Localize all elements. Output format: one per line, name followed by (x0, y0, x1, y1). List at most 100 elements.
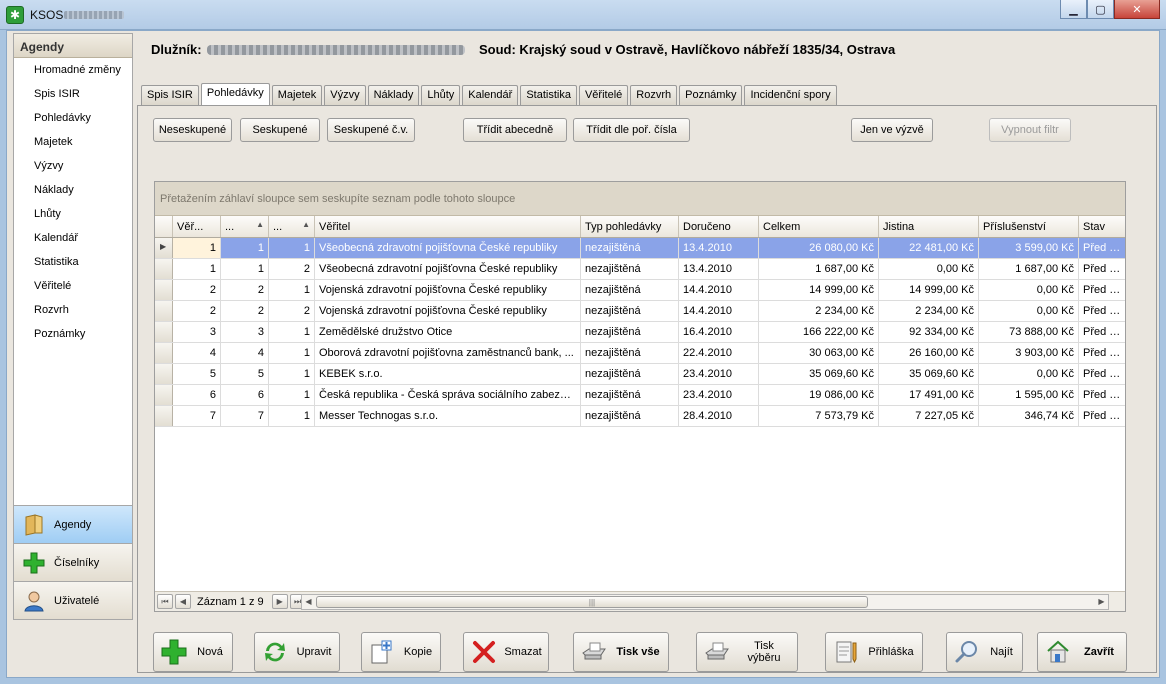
table-row[interactable]: 7 7 1 Messer Technogas s.r.o. nezajištěná 28.… (155, 406, 1125, 427)
header-accessories[interactable]: Příslušenství (979, 216, 1079, 237)
table-row[interactable]: 2 2 2 Vojenská zdravotní pojišťovna České r… (155, 301, 1125, 322)
plus-icon (160, 638, 188, 666)
header-col3[interactable]: ... ▲ (269, 216, 315, 237)
header-principal[interactable]: Jistina (879, 216, 979, 237)
row-indicator[interactable] (155, 406, 173, 426)
sidebar-button-label: Uživatelé (54, 594, 100, 607)
table-cell: 2 234,00 Kč (759, 301, 879, 321)
application-button[interactable]: Přihláška (825, 632, 923, 672)
new-button[interactable]: Nová (153, 632, 233, 672)
sidebar-item-claims[interactable]: Pohledávky (14, 106, 132, 130)
tab-notes[interactable]: Poznámky (679, 85, 743, 105)
scroll-left-icon[interactable]: ◀ (302, 595, 315, 609)
tab-schedule[interactable]: Rozvrh (630, 85, 678, 105)
tab-calls[interactable]: Výzvy (324, 85, 366, 105)
horizontal-scrollbar[interactable]: ||| ◀ ▶ (301, 594, 1109, 610)
table-cell: 2 (173, 301, 221, 321)
sidebar-button-users[interactable]: Uživatelé (14, 581, 132, 619)
table-cell: nezajištěná (581, 364, 679, 384)
table-cell: 13.4.2010 (679, 238, 759, 258)
grouped-button[interactable]: Seskupené (240, 118, 320, 142)
tab-claims[interactable]: Pohledávky (200, 83, 270, 106)
table-row[interactable]: 1 1 2 Všeobecná zdravotní pojišťovna České … (155, 259, 1125, 280)
header-status[interactable]: Stav (1079, 216, 1125, 237)
scroll-right-icon[interactable]: ▶ (1095, 595, 1108, 609)
table-row[interactable]: 5 5 1 KEBEK s.r.o. nezajištěná 23.4.2010 35 06… (155, 364, 1125, 385)
tab-incidental-disputes[interactable]: Incidenční spory (744, 85, 837, 105)
print-all-button[interactable]: Tisk vše (573, 632, 669, 672)
sidebar: Agendy Hromadné změny Spis ISIR Pohledáv… (13, 33, 133, 620)
close-button[interactable]: Zavřít (1037, 632, 1127, 672)
row-indicator[interactable] (155, 385, 173, 405)
tab-isir[interactable]: Spis ISIR (141, 85, 199, 105)
row-indicator[interactable] (155, 259, 173, 279)
sidebar-item-assets[interactable]: Majetek (14, 130, 132, 154)
print-all-button-label: Tisk vše (616, 646, 660, 658)
sidebar-item-schedule[interactable]: Rozvrh (14, 298, 132, 322)
sidebar-item-calls[interactable]: Výzvy (14, 154, 132, 178)
tab-costs[interactable]: Náklady (367, 85, 420, 105)
print-selection-button[interactable]: Tisk výběru (696, 632, 798, 672)
table-row[interactable]: 4 4 1 Oborová zdravotní pojišťovna zaměstna… (155, 343, 1125, 364)
sidebar-button-codebooks[interactable]: Číselníky (14, 543, 132, 581)
tab-calendar[interactable]: Kalendář (462, 85, 519, 105)
tab-creditors[interactable]: Věřitelé (578, 85, 629, 105)
close-window-button[interactable]: ✕ (1114, 0, 1160, 19)
table-cell: 26 080,00 Kč (759, 238, 879, 258)
table-row[interactable]: 6 6 1 Česká republika - Česká správa sociál… (155, 385, 1125, 406)
header-total[interactable]: Celkem (759, 216, 879, 237)
copy-button[interactable]: Kopie (361, 632, 441, 672)
table-row[interactable]: 3 3 1 Zemědělské družstvo Otice nezajištěná 1… (155, 322, 1125, 343)
row-indicator[interactable] (155, 280, 173, 300)
header-col2[interactable]: ... ▲ (221, 216, 269, 237)
maximize-button[interactable]: ▢ (1087, 0, 1114, 19)
ungrouped-button[interactable]: Neseskupené (153, 118, 232, 142)
sidebar-item-notes[interactable]: Poznámky (14, 322, 132, 346)
sort-alpha-button[interactable]: Třídit abecedně (463, 118, 567, 142)
sidebar-item-deadlines[interactable]: Lhůty (14, 202, 132, 226)
only-in-call-button[interactable]: Jen ve výzvě (851, 118, 933, 142)
sidebar-item-bulk-changes[interactable]: Hromadné změny (14, 58, 132, 82)
sidebar-item-creditors[interactable]: Věřitelé (14, 274, 132, 298)
tab-statistics[interactable]: Statistika (520, 85, 577, 105)
minimize-button[interactable]: ▁ (1060, 0, 1087, 19)
sidebar-item-isir[interactable]: Spis ISIR (14, 82, 132, 106)
sidebar-item-costs[interactable]: Náklady (14, 178, 132, 202)
next-record-button[interactable]: ▶ (271, 594, 288, 609)
table-cell: 23.4.2010 (679, 364, 759, 384)
delete-button[interactable]: Smazat (463, 632, 549, 672)
group-drop-hint[interactable]: Přetažením záhlaví sloupce sem seskupíte… (155, 182, 1125, 216)
current-row-indicator-icon[interactable]: ▶ (155, 238, 173, 258)
tab-assets[interactable]: Majetek (271, 85, 323, 105)
table-cell: nezajištěná (581, 406, 679, 426)
header-claim-type[interactable]: Typ pohledávky (581, 216, 679, 237)
first-record-button[interactable]: ⏮ (157, 594, 173, 609)
record-info: Záznam 1 z 9 (197, 595, 264, 608)
tab-deadlines[interactable]: Lhůty (421, 85, 461, 105)
table-cell: Vojenská zdravotní pojišťovna České repu… (315, 301, 581, 321)
sidebar-item-calendar[interactable]: Kalendář (14, 226, 132, 250)
table-row[interactable]: ▶ 1 1 1 Všeobecná zdravotní pojišťovna České… (155, 238, 1125, 259)
table-row[interactable]: 2 2 1 Vojenská zdravotní pojišťovna České r… (155, 280, 1125, 301)
edit-button[interactable]: Upravit (254, 632, 340, 672)
grouped-cv-button[interactable]: Seskupené č.v. (327, 118, 415, 142)
row-indicator[interactable] (155, 364, 173, 384)
prev-record-button[interactable]: ◀ (175, 594, 191, 609)
filter-off-button[interactable]: Vypnout filtr (989, 118, 1071, 142)
row-indicator[interactable] (155, 322, 173, 342)
scrollbar-thumb[interactable]: ||| (316, 596, 868, 608)
row-indicator[interactable] (155, 301, 173, 321)
header-creditor-no[interactable]: Věř... (173, 216, 221, 237)
find-button[interactable]: Najít (946, 632, 1023, 672)
sidebar-button-agendas[interactable]: Agendy (14, 505, 132, 543)
sort-order-button[interactable]: Třídit dle poř. čísla (573, 118, 690, 142)
table-cell: 4 (221, 343, 269, 363)
header-delivered[interactable]: Doručeno (679, 216, 759, 237)
table-cell: nezajištěná (581, 385, 679, 405)
sidebar-item-statistics[interactable]: Statistika (14, 250, 132, 274)
sort-asc-icon: ▲ (256, 220, 264, 229)
row-indicator[interactable] (155, 343, 173, 363)
header-col2-label: ... (225, 221, 235, 233)
table-cell: KEBEK s.r.o. (315, 364, 581, 384)
header-creditor[interactable]: Věřitel (315, 216, 581, 237)
